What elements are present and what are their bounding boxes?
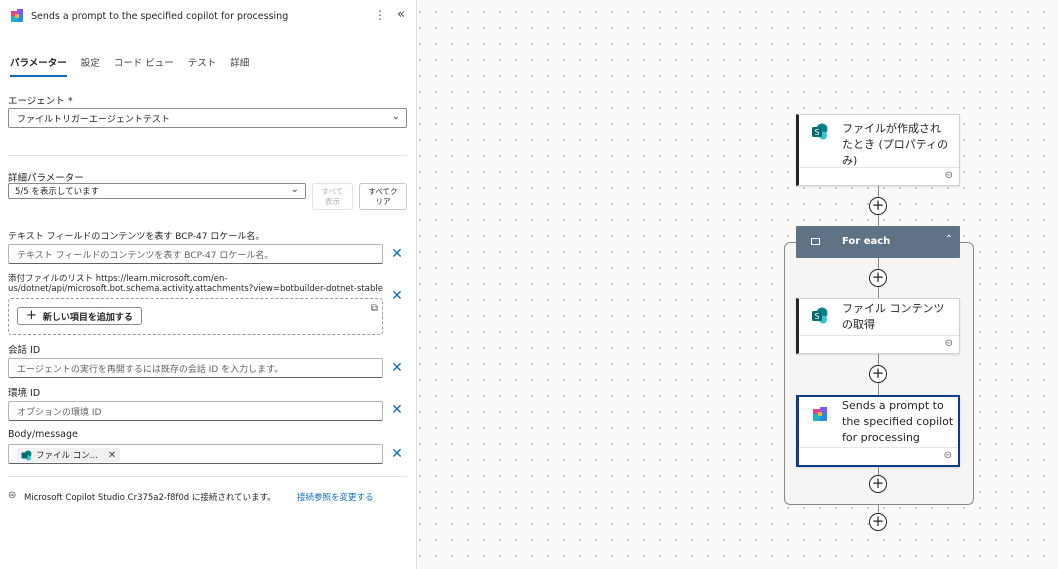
sharepoint-icon: S xyxy=(812,307,828,324)
card-footer: ⊝ xyxy=(799,335,959,353)
more-options-icon[interactable]: ⋮ xyxy=(374,8,386,22)
show-all-button[interactable]: すべて 表示 xyxy=(312,183,353,210)
collapse-panel-icon[interactable]: « xyxy=(397,7,405,22)
svg-text:S: S xyxy=(814,128,819,137)
environment-label: 環境 ID xyxy=(8,388,41,399)
agent-label: エージェント * xyxy=(8,96,73,107)
remove-conversation-icon[interactable]: ✕ xyxy=(390,361,404,375)
insert-step-button[interactable]: + xyxy=(869,197,887,215)
foreach-label: For each xyxy=(842,236,891,247)
remove-attachments-icon[interactable]: ✕ xyxy=(390,289,404,303)
add-new-item-button[interactable]: + 新しい項目を追加する xyxy=(17,307,142,325)
sharepoint-icon xyxy=(21,450,32,460)
conversation-label: 会話 ID xyxy=(8,345,41,356)
remove-locale-icon[interactable]: ✕ xyxy=(390,247,404,261)
attachments-label-line2: us/dotnet/api/microsoft.bot.schema.activ… xyxy=(8,284,383,294)
tab-list: パラメーター 設定 コード ビュー テスト 詳細 xyxy=(10,55,263,77)
tab-code-view[interactable]: コード ビュー xyxy=(114,55,174,75)
card-footer: ⊝ xyxy=(799,447,958,465)
tab-settings[interactable]: 設定 xyxy=(81,55,100,75)
token-label: ファイル コン... xyxy=(36,451,98,461)
insert-step-button[interactable]: + xyxy=(869,475,887,493)
clear-all-button[interactable]: すべてク リア xyxy=(359,183,407,210)
get-content-title: ファイル コンテンツ の取得 xyxy=(842,302,945,331)
attachments-label-line1: 添付ファイルのリスト https://learn.microsoft.com/e… xyxy=(8,274,228,284)
copilot-studio-icon xyxy=(813,407,827,421)
foreach-header[interactable]: For each ⌃ xyxy=(796,226,960,258)
agent-dropdown[interactable]: ファイルトリガーエージェントテスト ⌄ xyxy=(8,108,407,128)
advanced-params-dropdown[interactable]: 5/5 を表示しています ⌄ xyxy=(8,183,306,199)
trigger-card-file-created[interactable]: S ファイルが作成され たとき (プロパティの み) ⊝ xyxy=(796,114,960,186)
action-details-panel: Sends a prompt to the specified copilot … xyxy=(0,0,417,569)
remove-token-icon[interactable]: ✕ xyxy=(108,450,116,461)
environment-id-input[interactable]: オプションの環境 ID xyxy=(8,401,383,421)
dynamic-content-token[interactable]: ファイル コン... ✕ xyxy=(17,448,121,462)
agent-value: ファイルトリガーエージェントテスト xyxy=(17,115,170,125)
loop-icon xyxy=(811,238,820,245)
svg-text:S: S xyxy=(814,312,819,321)
change-connection-link[interactable]: 接続参照を変更する xyxy=(297,491,374,503)
chevron-down-icon: ⌄ xyxy=(391,111,400,122)
collapse-chevron-icon[interactable]: ⌃ xyxy=(945,234,953,245)
panel-title: Sends a prompt to the specified copilot … xyxy=(31,11,289,22)
action-card-copilot-prompt[interactable]: Sends a prompt to the specified copilot … xyxy=(796,395,960,467)
remove-environment-icon[interactable]: ✕ xyxy=(390,403,404,417)
conversation-id-input[interactable]: エージェントの実行を再開するには既存の会話 ID を入力します。 xyxy=(8,358,383,378)
insert-step-button[interactable]: + xyxy=(869,365,887,383)
insert-step-button[interactable]: + xyxy=(869,269,887,287)
tab-test[interactable]: テスト xyxy=(188,55,217,75)
remove-body-icon[interactable]: ✕ xyxy=(390,447,404,461)
body-message-input[interactable]: ファイル コン... ✕ xyxy=(8,444,383,464)
switch-to-text-mode-icon[interactable]: ⧉ xyxy=(371,303,378,314)
sharepoint-icon: S xyxy=(812,123,828,140)
divider xyxy=(8,155,407,156)
add-new-item-label: 新しい項目を追加する xyxy=(42,312,133,323)
action-card-get-file-content[interactable]: S ファイル コンテンツ の取得 ⊝ xyxy=(796,298,960,354)
advanced-params-value: 5/5 を表示しています xyxy=(15,187,100,197)
connection-status-text: Microsoft Copilot Studio Cr375a2-f8f0d に… xyxy=(24,493,276,503)
copilot-studio-icon xyxy=(11,9,23,22)
tab-details[interactable]: 詳細 xyxy=(230,55,249,75)
link-icon: ⊝ xyxy=(944,170,953,181)
connection-icon: ⊜ xyxy=(8,490,17,501)
copilot-action-title: Sends a prompt to the specified copilot … xyxy=(842,399,954,444)
link-icon: ⊝ xyxy=(943,450,952,461)
divider xyxy=(8,476,407,477)
insert-step-button[interactable]: + xyxy=(869,513,887,531)
attachments-array-box: + 新しい項目を追加する ⧉ xyxy=(8,298,383,335)
locale-label: テキスト フィールドのコンテンツを表す BCP-47 ロケール名。 xyxy=(8,232,265,242)
chevron-down-icon: ⌄ xyxy=(290,184,299,195)
plus-icon: + xyxy=(26,308,37,323)
advanced-params-label: 詳細パラメーター xyxy=(8,173,84,184)
locale-input[interactable]: テキスト フィールドのコンテンツを表す BCP-47 ロケール名。 xyxy=(8,244,383,264)
trigger-title: ファイルが作成され たとき (プロパティの み) xyxy=(842,122,949,167)
tab-parameters[interactable]: パラメーター xyxy=(10,55,67,77)
card-footer: ⊝ xyxy=(799,167,959,185)
body-label: Body/message xyxy=(8,429,78,440)
link-icon: ⊝ xyxy=(944,338,953,349)
